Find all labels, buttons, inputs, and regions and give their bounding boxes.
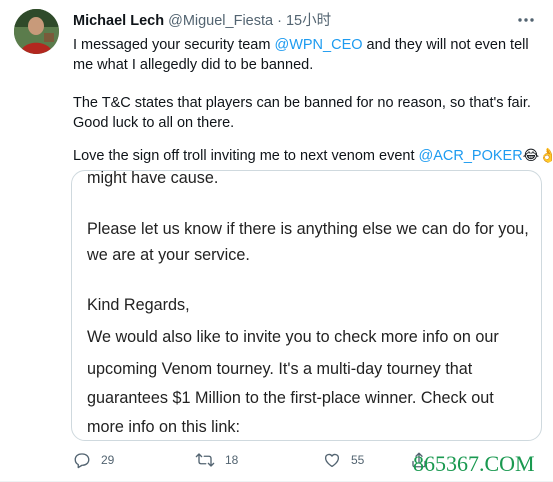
avatar-photo bbox=[14, 9, 59, 54]
emoji: 😂👌 bbox=[522, 148, 553, 164]
tweet-timestamp[interactable]: 15小时 bbox=[286, 13, 331, 29]
image-text-line: Please let us know if there is anything … bbox=[87, 220, 529, 238]
more-horizontal-icon bbox=[518, 18, 534, 22]
retweet-count: 18 bbox=[225, 453, 239, 467]
separator-dot: · bbox=[277, 13, 282, 29]
tweet-header: Michael Lech @Miguel_Fiesta · 15小时 bbox=[73, 11, 513, 31]
reply-count: 29 bbox=[101, 453, 115, 467]
retweet-button[interactable]: 18 bbox=[195, 450, 238, 470]
tweet-text-span: I messaged your security team bbox=[73, 37, 275, 53]
mention-link[interactable]: @WPN_CEO bbox=[274, 37, 362, 53]
more-options-button[interactable] bbox=[516, 10, 536, 30]
image-text-line: we are at your service. bbox=[87, 246, 250, 264]
image-text-line: guarantees $1 Million to the first-place… bbox=[87, 389, 494, 407]
retweet-icon bbox=[195, 453, 215, 467]
image-text-line: more info on this link: bbox=[87, 418, 240, 436]
tweet-paragraph: The T&C states that players can be banne… bbox=[73, 95, 531, 131]
heart-icon bbox=[324, 453, 340, 468]
image-text-line: upcoming Venom tourney. It's a multi-day… bbox=[87, 360, 473, 378]
like-button[interactable]: 55 bbox=[323, 450, 364, 470]
attached-image[interactable]: might have cause. Please let us know if … bbox=[71, 170, 542, 441]
like-count: 55 bbox=[351, 453, 365, 467]
mention-link[interactable]: @ACR_POKER bbox=[419, 148, 523, 164]
author-handle[interactable]: @Miguel_Fiesta bbox=[168, 13, 273, 29]
image-text-line: Kind Regards, bbox=[87, 296, 190, 314]
image-text-line: might have cause. bbox=[87, 170, 219, 187]
author-name[interactable]: Michael Lech bbox=[73, 13, 164, 29]
reply-icon bbox=[74, 453, 90, 469]
tweet-text-span: Love the sign off troll inviting me to n… bbox=[73, 148, 419, 164]
tweet-paragraph: I messaged your security team @WPN_CEO a… bbox=[73, 35, 533, 75]
avatar[interactable] bbox=[14, 9, 59, 54]
reply-button[interactable]: 29 bbox=[73, 450, 114, 470]
image-text-line: We would also like to invite you to chec… bbox=[87, 328, 499, 346]
tweet-paragraph: Love the sign off troll inviting me to n… bbox=[73, 146, 553, 166]
watermark-text: 865367.COM bbox=[413, 451, 535, 476]
